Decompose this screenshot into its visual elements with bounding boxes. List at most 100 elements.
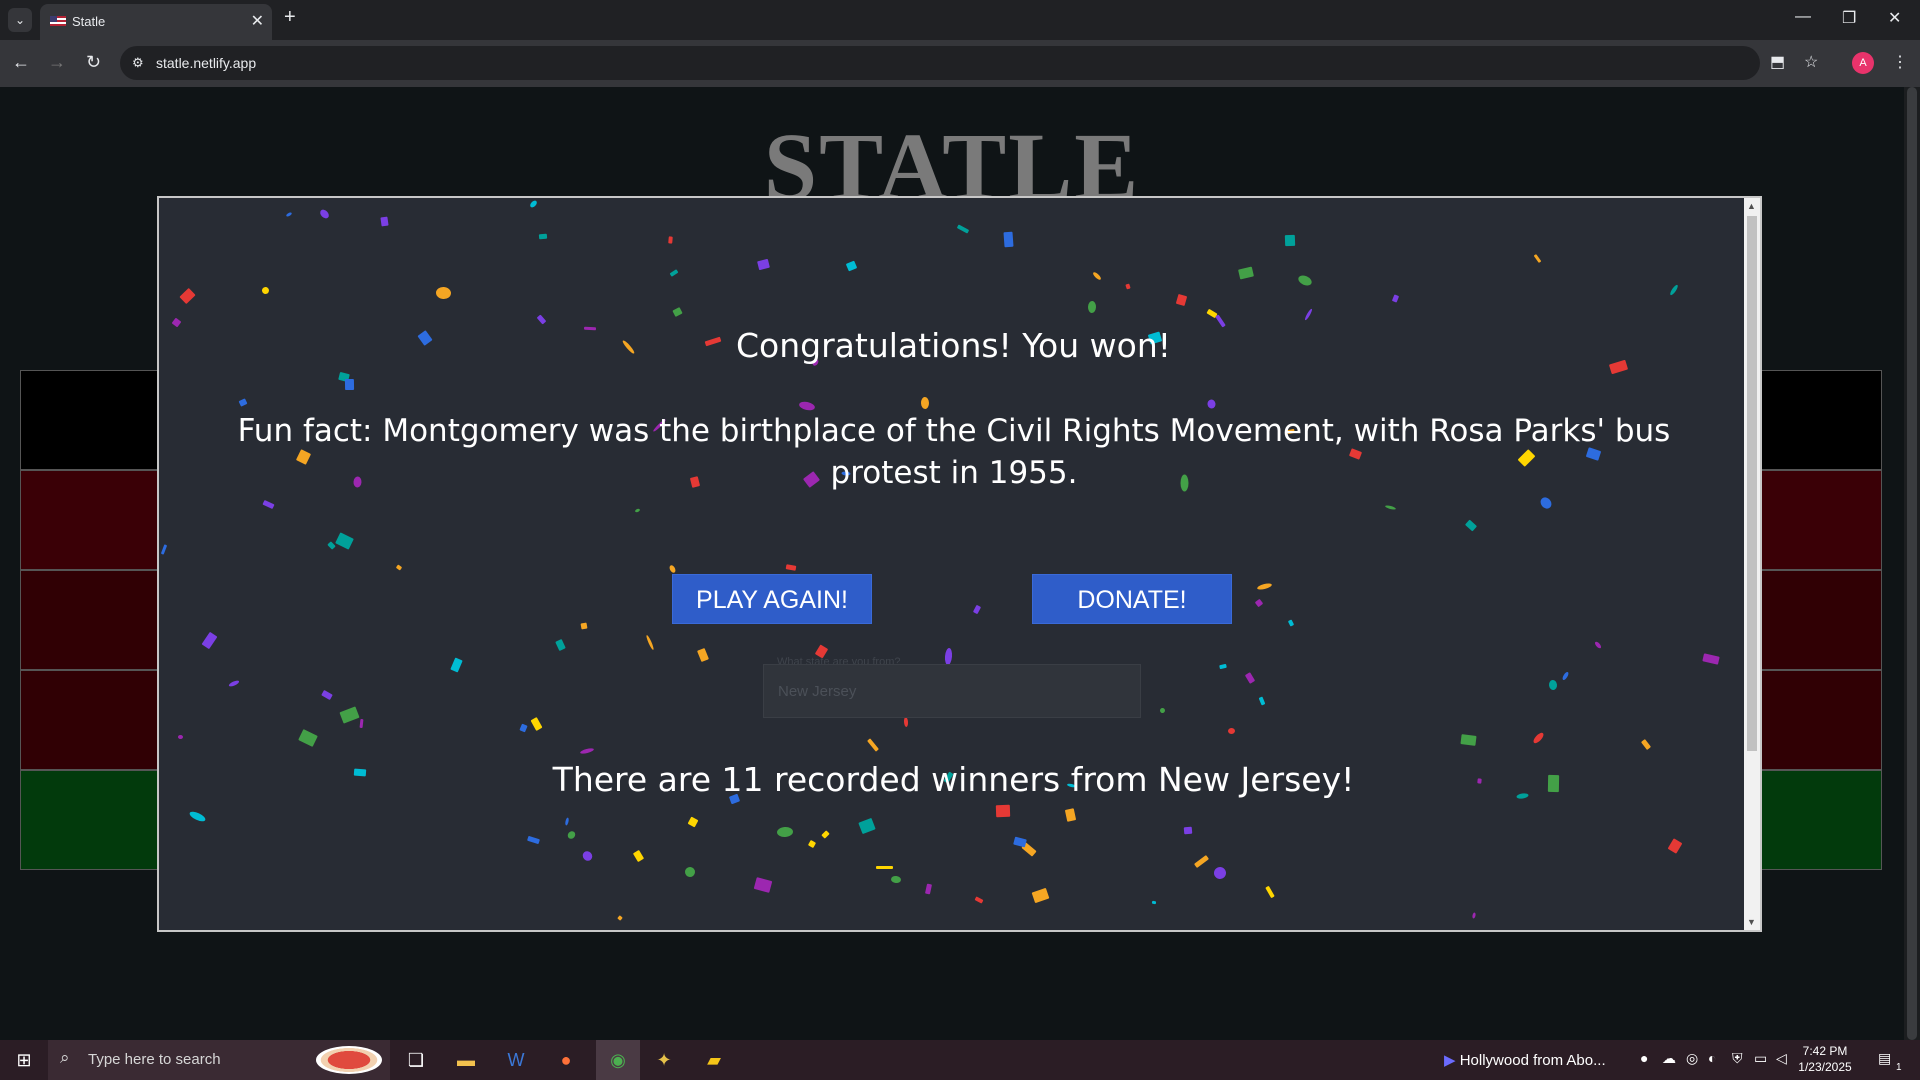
search-icon: ⌕ xyxy=(60,1048,70,1067)
confetti-piece xyxy=(668,236,673,244)
state-select[interactable]: New Jersey xyxy=(763,664,1141,718)
confetti-piece xyxy=(201,631,218,650)
confetti-piece xyxy=(995,804,1011,818)
confetti-piece xyxy=(956,224,970,234)
tab-close-button[interactable]: ✕ xyxy=(251,11,264,31)
minimize-icon[interactable]: — xyxy=(1795,8,1811,26)
page-scrollbar-thumb[interactable] xyxy=(1907,87,1917,1040)
close-window-icon[interactable]: ✕ xyxy=(1888,8,1901,28)
modal-scrollbar-thumb[interactable] xyxy=(1747,216,1757,751)
media-title: Hollywood from Abo... xyxy=(1459,1052,1606,1069)
tray-app-icon[interactable]: ● xyxy=(1640,1050,1648,1066)
volume-icon[interactable]: ◁ xyxy=(1776,1050,1787,1067)
address-bar[interactable]: ⚙ statle.netlify.app xyxy=(120,46,1760,80)
tab-title: Statle xyxy=(72,14,106,29)
confetti-piece xyxy=(1213,866,1227,880)
confetti-piece xyxy=(1227,727,1236,735)
confetti-piece xyxy=(682,864,698,880)
confetti-piece xyxy=(858,817,876,835)
media-playing[interactable]: ▶ Hollywood from Abo... xyxy=(1444,1051,1606,1069)
play-icon: ▶ xyxy=(1444,1052,1456,1069)
taskbar-clock[interactable]: 7:42 PM 1/23/2025 xyxy=(1790,1043,1860,1075)
confetti-piece xyxy=(821,830,830,839)
confetti-piece xyxy=(807,839,817,849)
tab-list-button[interactable]: ⌄ xyxy=(8,8,32,32)
winners-count-text: There are 11 recorded winners from New J… xyxy=(552,760,1355,799)
chrome-icon[interactable]: ◉ xyxy=(596,1040,640,1080)
cloud-icon[interactable]: ☁ xyxy=(1662,1050,1676,1067)
tray-app-icon[interactable]: ⛨ xyxy=(1732,1050,1743,1067)
notification-icon[interactable]: ▤ xyxy=(1878,1050,1891,1067)
back-icon[interactable]: ← xyxy=(12,52,30,73)
confetti-piece xyxy=(1258,696,1266,706)
confetti-piece xyxy=(944,647,953,666)
page-scrollbar[interactable] xyxy=(1904,87,1920,1040)
confetti-piece xyxy=(890,875,902,884)
play-again-button[interactable]: PLAY AGAIN! xyxy=(672,574,872,624)
confetti-piece xyxy=(435,286,452,300)
confetti-piece xyxy=(1667,838,1683,854)
confetti-piece xyxy=(1303,308,1314,321)
confetti-piece xyxy=(687,816,699,828)
tray-app-icon[interactable]: ◐ xyxy=(1708,1050,1716,1066)
confetti-piece xyxy=(1702,653,1720,665)
confetti-piece xyxy=(776,826,794,838)
confetti-piece xyxy=(1159,707,1166,714)
tray-app-icon[interactable]: ◎ xyxy=(1686,1050,1698,1067)
profile-avatar[interactable]: A xyxy=(1852,52,1874,74)
site-info-icon[interactable]: ⚙ xyxy=(132,55,144,71)
modal-scrollbar[interactable]: ▲ ▼ xyxy=(1744,198,1760,930)
confetti-piece xyxy=(1013,836,1027,848)
file-explorer-icon[interactable]: ▬ xyxy=(450,1040,482,1080)
confetti-piece xyxy=(645,634,655,651)
confetti-piece xyxy=(617,915,623,921)
donate-button[interactable]: DONATE! xyxy=(1032,574,1232,624)
new-tab-button[interactable]: + xyxy=(284,6,296,29)
pie-icon xyxy=(316,1046,382,1074)
confetti-piece xyxy=(1254,598,1264,608)
confetti-piece xyxy=(1531,731,1546,745)
confetti-piece xyxy=(672,307,683,317)
confetti-piece xyxy=(1548,679,1558,691)
reload-icon[interactable]: ↻ xyxy=(86,52,101,73)
tools-icon[interactable]: ✦ xyxy=(648,1040,680,1080)
scroll-down-arrow-icon[interactable]: ▼ xyxy=(1747,917,1756,927)
tab-statle[interactable]: Statle ✕ xyxy=(40,4,272,40)
install-app-icon[interactable]: ⬒ xyxy=(1770,52,1785,72)
confetti-piece xyxy=(1265,885,1275,899)
menu-kebab-icon[interactable]: ⋮ xyxy=(1892,52,1908,72)
task-view-icon[interactable]: ❏ xyxy=(400,1040,432,1080)
url-text[interactable]: statle.netlify.app xyxy=(156,55,256,71)
network-icon[interactable]: ▭ xyxy=(1754,1050,1767,1067)
confetti-piece xyxy=(697,647,709,663)
forward-icon[interactable]: → xyxy=(48,52,66,73)
browser-toolbar: ← → ↻ ⚙ statle.netlify.app ⬒ ☆ A ⋮ xyxy=(0,40,1920,87)
confetti-piece xyxy=(632,849,645,863)
confetti-piece xyxy=(785,564,797,571)
win-modal: Congratulations! You won! Fun fact: Mont… xyxy=(157,196,1762,932)
confetti-piece xyxy=(1219,663,1227,670)
confetti-piece xyxy=(757,258,770,271)
confetti-piece xyxy=(925,883,932,895)
confetti-piece xyxy=(669,269,679,277)
bookmark-star-icon[interactable]: ☆ xyxy=(1804,52,1818,72)
confetti-piece xyxy=(579,747,595,755)
word-icon[interactable]: W xyxy=(500,1040,532,1080)
scroll-up-arrow-icon[interactable]: ▲ xyxy=(1747,201,1756,211)
taskbar-search[interactable]: ⌕ Type here to search xyxy=(48,1040,390,1080)
confetti-piece xyxy=(1064,808,1077,822)
confetti-piece xyxy=(1238,266,1254,280)
firefox-icon[interactable]: ● xyxy=(550,1040,582,1080)
confetti-piece xyxy=(564,817,570,826)
confetti-piece xyxy=(321,689,333,701)
confetti-piece xyxy=(1087,300,1097,314)
confetti-piece xyxy=(1538,495,1554,511)
confetti-piece xyxy=(1256,582,1273,591)
confetti-piece xyxy=(1471,912,1477,919)
confetti-piece xyxy=(344,378,355,391)
windows-start-icon[interactable]: ⊞ xyxy=(8,1040,40,1080)
confetti-piece xyxy=(580,849,595,863)
confetti-piece xyxy=(580,622,588,630)
restore-icon[interactable]: ❐ xyxy=(1842,8,1856,28)
sticky-notes-icon[interactable]: ▰ xyxy=(698,1040,730,1080)
